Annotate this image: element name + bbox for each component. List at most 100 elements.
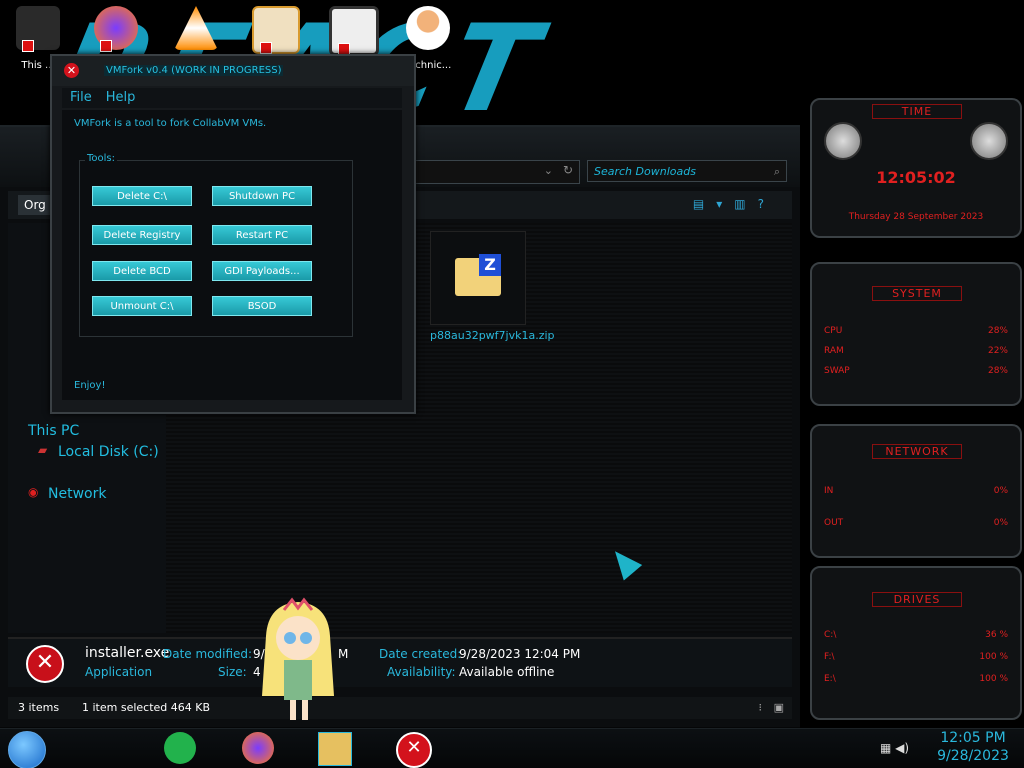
gadget-date: Thursday 28 September 2023 (848, 212, 984, 222)
nav-item-local-disk[interactable]: Local Disk (C:) (58, 444, 159, 460)
system-gadget-title: SYSTEM (872, 286, 962, 301)
delete-registry-button[interactable]: Delete Registry (92, 225, 192, 245)
alien-icon (824, 122, 862, 160)
dialog-title: VMFork v0.4 (WORK IN PROGRESS) (104, 65, 284, 76)
gadget-sidebar: TIME 12:05:02 Thursday 28 September 2023… (800, 90, 1024, 730)
taskbar-vmfork-icon[interactable]: ✕ (396, 732, 432, 768)
search-input[interactable]: Search Downloads ⌕ (587, 160, 787, 182)
shutdown-pc-button[interactable]: Shutdown PC (212, 186, 312, 206)
taskbar-file-explorer-icon[interactable] (318, 732, 352, 766)
dialog-titlebar: ✕ VMFork v0.4 (WORK IN PROGRESS) (52, 56, 414, 86)
row-label: IN (824, 486, 834, 496)
nav-item-network[interactable]: Network (48, 486, 106, 502)
time-gadget: TIME 12:05:02 Thursday 28 September 2023 (810, 98, 1022, 238)
file-thumbnail: Z (430, 231, 526, 325)
row-value: 22% (987, 346, 1008, 356)
row-value: 100 % (979, 652, 1008, 662)
start-button[interactable] (8, 731, 46, 768)
system-row-swap: SWAP 28% (824, 366, 1008, 376)
details-file-name: installer.exe (85, 645, 170, 661)
dialog-intro: VMFork is a tool to fork CollabVM VMs. (74, 118, 267, 129)
details-view-icon[interactable]: ⁝ (759, 697, 763, 719)
network-row-in: IN 0% (824, 486, 1008, 496)
taskbar-time: 12:05 PM (940, 730, 1006, 746)
technician-icon (406, 6, 450, 50)
view-options-icon[interactable]: ▤ (693, 197, 716, 211)
menu-help[interactable]: Help (106, 90, 136, 105)
network-icon: ◉ (28, 485, 39, 499)
row-label: F:\ (824, 652, 835, 662)
network-gadget-title: NETWORK (872, 444, 962, 459)
row-label: SWAP (824, 366, 850, 376)
dropdown-icon[interactable]: ⌄ (544, 164, 553, 177)
search-placeholder: Search Downloads (594, 165, 696, 178)
zip-badge: Z (479, 254, 501, 276)
unmount-c-button[interactable]: Unmount C:\ (92, 296, 192, 316)
row-label: E:\ (824, 674, 836, 684)
large-icons-view-icon[interactable]: ▣ (774, 697, 784, 719)
nav-label: Local Disk (C:) (58, 444, 159, 460)
network-row-out: OUT 0% (824, 518, 1008, 528)
nav-label: Network (48, 486, 107, 502)
taskbar-clock[interactable]: 12:05 PM 9/28/2023 (926, 729, 1020, 765)
drives-gadget: DRIVES C:\ 36 % F:\ 100 % E:\ 100 % (810, 566, 1022, 720)
gadget-clock: 12:05:02 (876, 168, 956, 187)
details-file-type: Application (85, 665, 153, 679)
volume-icon[interactable]: ◀) (895, 741, 909, 755)
row-label: OUT (824, 518, 844, 528)
status-selection: 1 item selected 464 KB (82, 701, 211, 714)
preview-pane-icon[interactable]: ▥ (734, 197, 757, 211)
tools-group-label: Tools: (85, 153, 118, 164)
details-created-value: 9/28/2023 12:04 PM (459, 647, 581, 661)
drives-row-c: C:\ 36 % (824, 630, 1008, 640)
drives-row-f: F:\ 100 % (824, 652, 1008, 662)
bsod-button[interactable]: BSOD (212, 296, 312, 316)
row-label: C:\ (824, 630, 837, 640)
tools-group: Tools: Delete C:\ Shutdown PC Delete Reg… (79, 153, 353, 337)
details-created-label: Date created: (379, 647, 462, 661)
address-bar[interactable]: ⌄ ↻ (410, 160, 580, 184)
system-tray: ▦ ◀) (880, 741, 909, 755)
delete-c-button[interactable]: Delete C:\ (92, 186, 192, 206)
network-tray-icon[interactable]: ▦ (880, 741, 891, 755)
organize-label: Org (24, 198, 46, 212)
desktop: REACT This ... Technic... ⌄ ↻ Search Dow… (0, 0, 1024, 768)
restart-pc-button[interactable]: Restart PC (212, 225, 312, 245)
close-icon[interactable]: ✕ (64, 63, 79, 78)
nav-label: This PC (28, 423, 80, 439)
vlc-cone-icon (174, 6, 218, 50)
file-item[interactable]: Z p88au32pwf7jvk1a.zip (430, 231, 555, 361)
badge-icon (100, 40, 112, 52)
system-row-cpu: CPU 28% (824, 326, 1008, 336)
chevron-down-icon[interactable]: ▾ (716, 197, 734, 211)
firefox-icon (94, 6, 138, 52)
taskbar-app-feedback-icon[interactable] (164, 732, 196, 764)
vmfork-dialog: ✕ VMFork v0.4 (WORK IN PROGRESS) File Hel… (50, 54, 416, 414)
gdi-payloads-button[interactable]: GDI Payloads... (212, 261, 312, 281)
row-label: RAM (824, 346, 844, 356)
dialog-body: VMFork is a tool to fork CollabVM VMs. T… (62, 110, 402, 400)
network-gadget: NETWORK IN 0% OUT 0% (810, 424, 1022, 558)
cartoon-character-image (262, 597, 334, 720)
system-gadget: SYSTEM CPU 28% RAM 22% SWAP 28% (810, 262, 1022, 406)
row-value: 100 % (979, 674, 1008, 684)
status-item-count: 3 items (18, 701, 60, 714)
details-modified-label: Date modified: (163, 647, 253, 661)
drives-gadget-title: DRIVES (872, 592, 962, 607)
delete-bcd-button[interactable]: Delete BCD (92, 261, 192, 281)
nav-item-this-pc[interactable]: This PC (28, 423, 79, 439)
details-availability-value: Available offline (459, 665, 555, 679)
app-icon (329, 6, 379, 56)
menu-file[interactable]: File (70, 90, 92, 105)
details-availability-label: Availability: (387, 665, 456, 679)
system-row-ram: RAM 22% (824, 346, 1008, 356)
row-value: 0% (993, 518, 1008, 528)
refresh-icon[interactable]: ↻ (563, 163, 573, 177)
time-gadget-title: TIME (872, 104, 962, 119)
row-label: CPU (824, 326, 843, 336)
search-icon[interactable]: ⌕ (774, 161, 780, 183)
help-icon[interactable]: ? (758, 197, 776, 211)
details-pane: ✕ installer.exe Application Date modifie… (8, 637, 792, 687)
hxd-icon (252, 6, 300, 54)
taskbar-firefox-icon[interactable] (242, 732, 274, 764)
